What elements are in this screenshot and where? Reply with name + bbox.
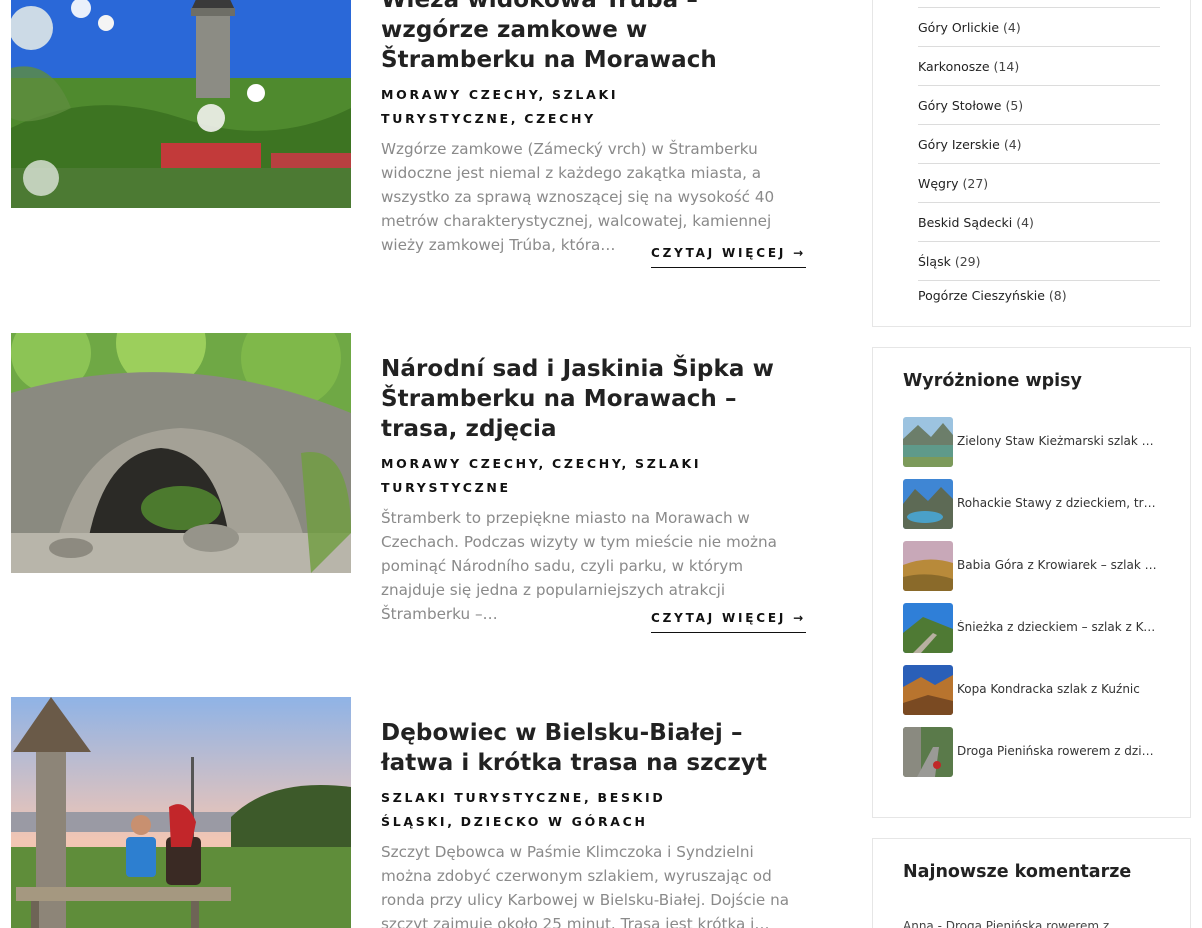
featured-post[interactable]: Zielony Staw Kieżmarski szlak – …: [903, 417, 1163, 467]
post-title[interactable]: Národní sad i Jaskinia Šipka w Štramberk…: [381, 354, 806, 444]
category-link[interactable]: Góry Stołowe: [918, 98, 1001, 113]
featured-title[interactable]: Śnieżka z dzieckiem – szlak z Ka…: [957, 620, 1159, 634]
featured-post[interactable]: Kopa Kondracka szlak z Kuźnic: [903, 665, 1163, 715]
category-count: (4): [1003, 20, 1021, 35]
category-count: (29): [954, 254, 981, 269]
category-link[interactable]: CZECHY: [524, 111, 596, 126]
widget-title: Wyróżnione wpisy: [903, 371, 1082, 391]
category-link[interactable]: MORAWY CZECHY: [381, 87, 539, 102]
tower-photo: [11, 0, 351, 208]
category-link[interactable]: DZIECKO W GÓRACH: [461, 814, 648, 829]
featured-posts-widget: Wyróżnione wpisy Zielony Staw Kieżmarski…: [872, 347, 1191, 818]
category-link[interactable]: SZLAKI TURYSTYCZNE: [381, 790, 584, 805]
category-link[interactable]: Góry Izerskie: [918, 137, 1000, 152]
category-item[interactable]: Góry Stołowe (5): [918, 86, 1160, 125]
category-link[interactable]: MORAWY CZECHY: [381, 456, 539, 471]
post-title[interactable]: Wieża widokowa Trúba – wzgórze zamkowe w…: [381, 0, 806, 75]
viewpoint-photo: [11, 697, 351, 928]
category-item: [918, 0, 1160, 8]
category-item[interactable]: Pogórze Cieszyńskie (8): [918, 281, 1160, 311]
category-count: (5): [1005, 98, 1024, 113]
featured-title[interactable]: Rohackie Stawy z dzieckiem, tra…: [957, 496, 1159, 510]
category-link[interactable]: Pogórze Cieszyńskie: [918, 288, 1045, 303]
featured-thumbnail[interactable]: [903, 479, 953, 529]
category-item[interactable]: Śląsk (29): [918, 242, 1160, 281]
category-count: (27): [962, 176, 989, 191]
categories-widget: Góry Orlickie (4) Karkonosze (14) Góry S…: [872, 0, 1191, 327]
category-list: Góry Orlickie (4) Karkonosze (14) Góry S…: [918, 0, 1160, 311]
featured-post[interactable]: Śnieżka z dzieckiem – szlak z Ka…: [903, 603, 1163, 653]
post-title[interactable]: Dębowiec w Bielsku-Białej – łatwa i krót…: [381, 718, 806, 778]
category-link[interactable]: Beskid Sądecki: [918, 215, 1012, 230]
category-separator: ,: [510, 111, 519, 126]
category-separator: ,: [538, 87, 546, 102]
read-more-link[interactable]: CZYTAJ WIĘCEJ →: [651, 246, 806, 268]
widget-title: Najnowsze komentarze: [903, 862, 1132, 882]
category-link[interactable]: Góry Orlickie: [918, 20, 999, 35]
category-count: (8): [1048, 288, 1067, 303]
post-thumbnail[interactable]: [11, 697, 351, 928]
featured-post[interactable]: Rohackie Stawy z dzieckiem, tra…: [903, 479, 1163, 529]
featured-thumbnail[interactable]: [903, 727, 953, 777]
category-count: (4): [1003, 137, 1022, 152]
post-categories: SZLAKI TURYSTYCZNE, BESKID ŚLĄSKI, DZIECKO…: [381, 786, 806, 834]
category-separator: ,: [538, 456, 546, 471]
post-thumbnail[interactable]: [11, 0, 351, 208]
featured-post[interactable]: Babia Góra z Krowiarek – szlak c…: [903, 541, 1163, 591]
category-link[interactable]: Śląsk: [918, 254, 951, 269]
featured-thumbnail[interactable]: [903, 603, 953, 653]
cave-photo: [11, 333, 351, 573]
read-more-link[interactable]: CZYTAJ WIĘCEJ →: [651, 611, 806, 633]
post-categories: MORAWY CZECHY, SZLAKI TURYSTYCZNE, CZECHY: [381, 83, 806, 131]
featured-thumbnail[interactable]: [903, 541, 953, 591]
category-item[interactable]: Karkonosze (14): [918, 47, 1160, 86]
featured-thumbnail[interactable]: [903, 665, 953, 715]
recent-comments-widget: Najnowsze komentarze Anna - Droga Pieniń…: [872, 838, 1191, 928]
featured-title[interactable]: Zielony Staw Kieżmarski szlak – …: [957, 434, 1159, 448]
post-categories: MORAWY CZECHY, CZECHY, SZLAKI TURYSTYCZNE: [381, 452, 806, 500]
category-count: (4): [1016, 215, 1034, 230]
featured-title[interactable]: Babia Góra z Krowiarek – szlak c…: [957, 558, 1159, 572]
category-link[interactable]: Karkonosze: [918, 59, 990, 74]
featured-title[interactable]: Kopa Kondracka szlak z Kuźnic: [957, 682, 1159, 696]
category-link[interactable]: CZECHY: [552, 456, 622, 471]
category-item[interactable]: Beskid Sądecki (4): [918, 203, 1160, 242]
post-excerpt: Štramberk to przepiękne miasto na Morawa…: [381, 509, 777, 623]
category-item[interactable]: Góry Orlickie (4): [918, 8, 1160, 47]
featured-title[interactable]: Droga Pienińska rowerem z dzie…: [957, 744, 1159, 758]
post-excerpt: Wzgórze zamkowe (Zámecký vrch) w Štrambe…: [381, 140, 775, 254]
category-link[interactable]: Węgry: [918, 176, 959, 191]
featured-post[interactable]: Droga Pienińska rowerem z dzie…: [903, 727, 1163, 777]
category-item[interactable]: Góry Izerskie (4): [918, 125, 1160, 164]
category-separator: ,: [621, 456, 629, 471]
category-separator: ,: [447, 814, 455, 829]
post-excerpt: Szczyt Dębowca w Paśmie Klimczoka i Synd…: [381, 843, 790, 928]
category-count: (14): [993, 59, 1020, 74]
category-item[interactable]: Węgry (27): [918, 164, 1160, 203]
post-thumbnail[interactable]: [11, 333, 351, 573]
featured-thumbnail[interactable]: [903, 417, 953, 467]
comment-item[interactable]: Anna - Droga Pienińska rowerem z: [903, 919, 1109, 928]
category-separator: ,: [584, 790, 592, 805]
